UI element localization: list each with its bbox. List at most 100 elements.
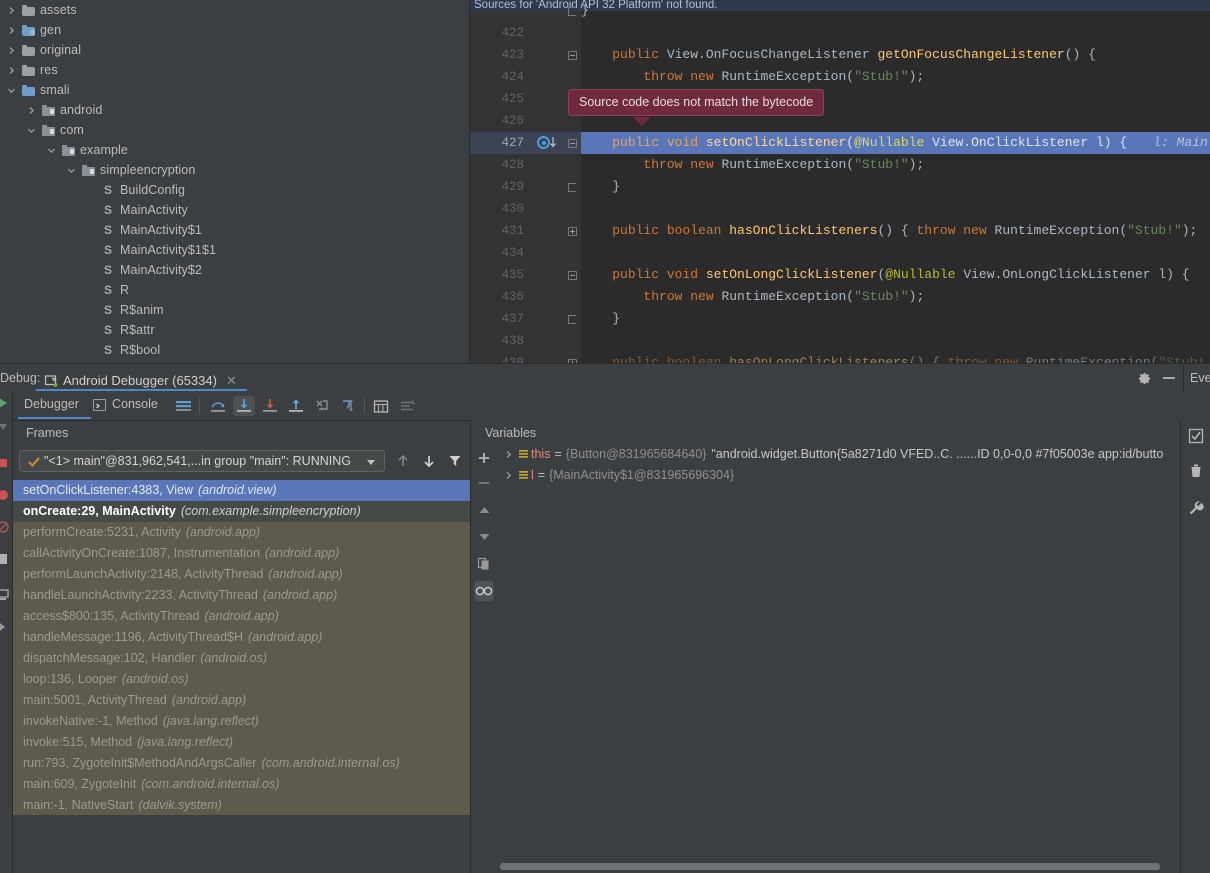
- frame-package: (android.view): [198, 483, 277, 497]
- mute-breakpoints-side-icon[interactable]: [0, 520, 10, 534]
- chevron-right-icon[interactable]: [501, 471, 515, 480]
- code-fold-expand-icon[interactable]: [563, 220, 581, 242]
- frame-method: dispatchMessage:102, Handler: [23, 651, 196, 665]
- remove-watch-icon[interactable]: [474, 473, 494, 493]
- step-into-icon[interactable]: [233, 396, 255, 416]
- gear-icon[interactable]: [1137, 371, 1152, 389]
- force-step-into-icon[interactable]: [259, 396, 281, 416]
- code-line[interactable]: }: [581, 176, 620, 198]
- header-separator: [1183, 363, 1184, 392]
- settings-side-icon[interactable]: [0, 552, 10, 566]
- trash-icon[interactable]: [1188, 463, 1204, 479]
- code-line[interactable]: }: [581, 0, 589, 22]
- frame-method: setOnClickListener:4383, View: [23, 483, 193, 497]
- events-label[interactable]: Eve: [1190, 371, 1210, 385]
- layout-settings-icon[interactable]: [172, 396, 194, 416]
- frame-row[interactable]: invokeNative:-1, Method (java.lang.reflec…: [13, 711, 470, 732]
- variable-name: this: [531, 447, 551, 461]
- frame-row[interactable]: run:793, ZygoteInit$MethodAndArgsCaller (…: [13, 753, 470, 774]
- line-number: 439: [501, 356, 524, 363]
- arrow-up-icon[interactable]: [395, 453, 411, 469]
- frame-row[interactable]: performLaunchActivity:2148, ActivityThre…: [13, 564, 470, 585]
- frame-package: (com.example.simpleencryption): [180, 504, 361, 518]
- variable-row[interactable]: this = {Button@831965684640} "android.widge…: [497, 444, 1180, 465]
- code-line[interactable]: public View.OnFocusChangeListener getOnF…: [581, 44, 1096, 66]
- code-fold-collapse-icon[interactable]: [563, 264, 581, 286]
- mute-breakpoints-icon[interactable]: [396, 396, 418, 416]
- inspect-icon[interactable]: [474, 581, 494, 601]
- wrench-icon[interactable]: [1188, 500, 1204, 516]
- expand-side-icon[interactable]: [0, 620, 10, 634]
- tab-console[interactable]: Console: [112, 397, 158, 411]
- filter-icon[interactable]: [447, 453, 463, 469]
- frame-row[interactable]: setOnClickListener:4383, View (android.vi…: [13, 480, 470, 501]
- frames-list[interactable]: setOnClickListener:4383, View (android.vi…: [13, 480, 470, 816]
- copy-value-icon[interactable]: [474, 554, 494, 574]
- add-watch-icon[interactable]: [474, 448, 494, 468]
- code-line[interactable]: throw new RuntimeException("Stub!");: [581, 66, 924, 88]
- code-fold-end-icon[interactable]: [563, 176, 581, 198]
- variables-hscroll-track[interactable]: [497, 862, 1180, 871]
- line-number: 425: [501, 92, 524, 106]
- console-icon[interactable]: [93, 399, 106, 411]
- frame-row[interactable]: main:-1, NativeStart (dalvik.system): [13, 795, 470, 816]
- code-fold-collapse-icon[interactable]: [563, 44, 581, 66]
- frame-package: (android.app): [268, 567, 343, 581]
- thread-running-check-icon: [27, 455, 41, 472]
- frame-row[interactable]: invoke:515, Method (java.lang.reflect): [13, 732, 470, 753]
- frame-row[interactable]: callActivityOnCreate:1087, Instrumentati…: [13, 543, 470, 564]
- frame-row[interactable]: access$800:135, ActivityThread (android.a…: [13, 606, 470, 627]
- toolbar-separator-2: [364, 398, 365, 414]
- variable-row[interactable]: l = {MainActivity$1@831965696304}: [497, 465, 1180, 486]
- line-number: 423: [501, 48, 524, 62]
- tab-debugger[interactable]: Debugger: [24, 397, 79, 411]
- thread-selector-combo[interactable]: "<1> main"@831,962,541,...in group "main…: [19, 450, 385, 472]
- code-line[interactable]: throw new RuntimeException("Stub!");: [581, 286, 924, 308]
- code-line[interactable]: public boolean hasOnLongClickListeners()…: [581, 352, 1205, 363]
- arrow-down-icon[interactable]: [421, 453, 437, 469]
- step-out-icon[interactable]: [285, 396, 307, 416]
- variables-tree[interactable]: this = {Button@831965684640} "android.widge…: [497, 444, 1180, 856]
- frame-row[interactable]: main:5001, ActivityThread (android.app): [13, 690, 470, 711]
- object-value-icon: [515, 470, 531, 481]
- frame-row[interactable]: handleLaunchActivity:2233, ActivityThrea…: [13, 585, 470, 606]
- code-fold-end-icon[interactable]: [563, 308, 581, 330]
- run-to-cursor-icon[interactable]: [337, 396, 359, 416]
- frame-row[interactable]: handleMessage:1196, ActivityThread$H (and…: [13, 627, 470, 648]
- line-number: 429: [501, 180, 524, 194]
- minimize-icon[interactable]: [1163, 377, 1175, 379]
- code-line[interactable]: public void setOnClickListener(@Nullable…: [581, 132, 1208, 154]
- code-line[interactable]: public boolean hasOnClickListeners() { t…: [581, 220, 1197, 242]
- pause-program-icon[interactable]: [0, 420, 10, 434]
- frame-package: (android.os): [200, 651, 268, 665]
- settings-checkbox-icon[interactable]: [1188, 428, 1204, 444]
- code-line[interactable]: public void setOnLongClickListener(@Null…: [581, 264, 1189, 286]
- frame-package: (android.app): [185, 525, 261, 539]
- chevron-down-icon[interactable]: [367, 460, 375, 465]
- frame-row[interactable]: loop:136, Looper (android.os): [13, 669, 470, 690]
- stop-program-icon[interactable]: [0, 456, 10, 470]
- variables-hscroll-thumb[interactable]: [500, 863, 1160, 870]
- code-fold-end-icon[interactable]: [563, 0, 581, 22]
- view-breakpoints-icon[interactable]: [0, 488, 10, 502]
- evaluate-expression-icon[interactable]: [370, 396, 392, 416]
- code-line[interactable]: throw new RuntimeException("Stub!");: [581, 154, 924, 176]
- frame-row[interactable]: dispatchMessage:102, Handler (android.os): [13, 648, 470, 669]
- code-fold-collapse-icon[interactable]: [563, 132, 581, 154]
- close-icon[interactable]: ✕: [226, 373, 237, 389]
- resume-program-icon[interactable]: [0, 396, 10, 410]
- variable-reference: {Button@831965684640}: [565, 447, 707, 461]
- frame-package: (android.app): [262, 588, 338, 602]
- frame-row[interactable]: performCreate:5231, Activity (android.app…: [13, 522, 470, 543]
- step-over-icon[interactable]: [207, 396, 229, 416]
- move-down-icon[interactable]: [474, 527, 494, 547]
- code-line[interactable]: }: [581, 308, 620, 330]
- frame-row[interactable]: main:609, ZygoteInit (com.android.interna…: [13, 774, 470, 795]
- frame-row[interactable]: onCreate:29, MainActivity (com.example.si…: [13, 501, 470, 522]
- code-fold-expand-icon[interactable]: [563, 352, 581, 363]
- move-up-icon[interactable]: [474, 500, 494, 520]
- chevron-right-icon[interactable]: [501, 450, 515, 459]
- drop-frame-icon[interactable]: [311, 396, 333, 416]
- frame-method: run:793, ZygoteInit$MethodAndArgsCaller: [23, 756, 257, 770]
- layout-side-icon[interactable]: [0, 588, 10, 602]
